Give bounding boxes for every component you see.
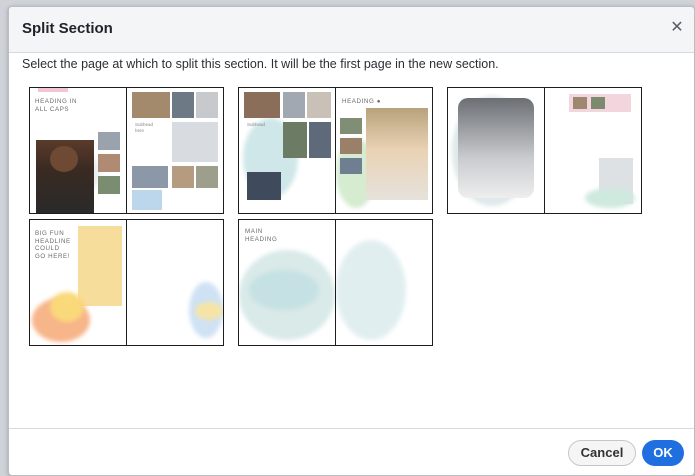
photo-placeholder <box>172 122 218 162</box>
photo-placeholder <box>340 138 362 154</box>
spread-1-right-page[interactable]: Subhead here <box>126 88 223 213</box>
spread-5-right-page[interactable] <box>335 220 432 345</box>
color-block <box>132 190 162 210</box>
photo-placeholder <box>247 172 281 200</box>
ok-button[interactable]: OK <box>642 440 684 466</box>
spread-3-right-page[interactable] <box>544 88 641 213</box>
spread-1-left-page[interactable]: HEADING in ALL CAPS <box>30 88 126 213</box>
instruction-text: Select the page at which to split this s… <box>22 57 499 71</box>
watercolor-blob <box>585 188 635 208</box>
footer-divider <box>9 428 694 429</box>
photo-placeholder <box>573 97 587 109</box>
page-heading: HEADING ● <box>342 98 382 105</box>
photo-placeholder <box>172 166 194 188</box>
page-spread-4[interactable]: BIG FUN HEADLINE COULD GO HERE! <box>29 219 224 346</box>
photo-placeholder <box>244 92 280 118</box>
page-subhead: Subhead <box>247 122 266 127</box>
photo-placeholder <box>172 92 194 118</box>
photo-placeholder <box>307 92 331 118</box>
spread-2-right-page[interactable]: HEADING ● <box>335 88 432 213</box>
cancel-button[interactable]: Cancel <box>568 440 636 466</box>
photo-placeholder <box>132 92 170 118</box>
close-icon[interactable]: ✕ <box>669 20 685 36</box>
portrait-face <box>50 146 78 172</box>
photo-placeholder <box>283 122 307 158</box>
page-heading: HEADING in ALL CAPS <box>35 98 78 113</box>
page-subhead: Subhead here <box>135 122 154 133</box>
photo-placeholder <box>196 166 218 188</box>
photo-placeholder <box>340 158 362 174</box>
photo-placeholder <box>458 98 534 198</box>
dialog-titlebar: Split Section ✕ <box>9 7 694 53</box>
page-spread-1[interactable]: HEADING in ALL CAPS Subhead here <box>29 87 224 214</box>
photo-placeholder <box>98 154 120 172</box>
watercolor-blob <box>249 270 319 310</box>
page-spread-5[interactable]: MAIN HEADING <box>238 219 433 346</box>
dialog-title: Split Section <box>22 20 113 37</box>
page-spread-3[interactable] <box>447 87 642 214</box>
spread-2-left-page[interactable]: Subhead <box>239 88 335 213</box>
page-heading: BIG FUN HEADLINE COULD GO HERE! <box>35 230 71 260</box>
watercolor-blob <box>336 240 406 340</box>
watercolor-blob <box>50 292 84 322</box>
decorative-strip <box>38 88 68 92</box>
split-section-dialog: Split Section ✕ Select the page at which… <box>8 6 695 476</box>
color-block <box>78 226 122 306</box>
spread-4-left-page[interactable]: BIG FUN HEADLINE COULD GO HERE! <box>30 220 126 345</box>
photo-placeholder <box>132 166 168 188</box>
photo-placeholder <box>283 92 305 118</box>
spread-5-left-page[interactable]: MAIN HEADING <box>239 220 335 345</box>
photo-placeholder <box>591 97 605 109</box>
photo-placeholder <box>196 92 218 118</box>
photo-placeholder <box>309 122 331 158</box>
photo-placeholder <box>98 176 120 194</box>
page-spread-2[interactable]: Subhead HEADING ● <box>238 87 433 214</box>
photo-placeholder <box>98 132 120 150</box>
spread-4-right-page[interactable] <box>126 220 223 345</box>
photo-placeholder <box>366 108 428 200</box>
photo-placeholder <box>340 118 362 134</box>
page-heading: MAIN HEADING <box>245 228 278 243</box>
watercolor-blob <box>195 302 223 320</box>
spread-3-left-page[interactable] <box>448 88 544 213</box>
